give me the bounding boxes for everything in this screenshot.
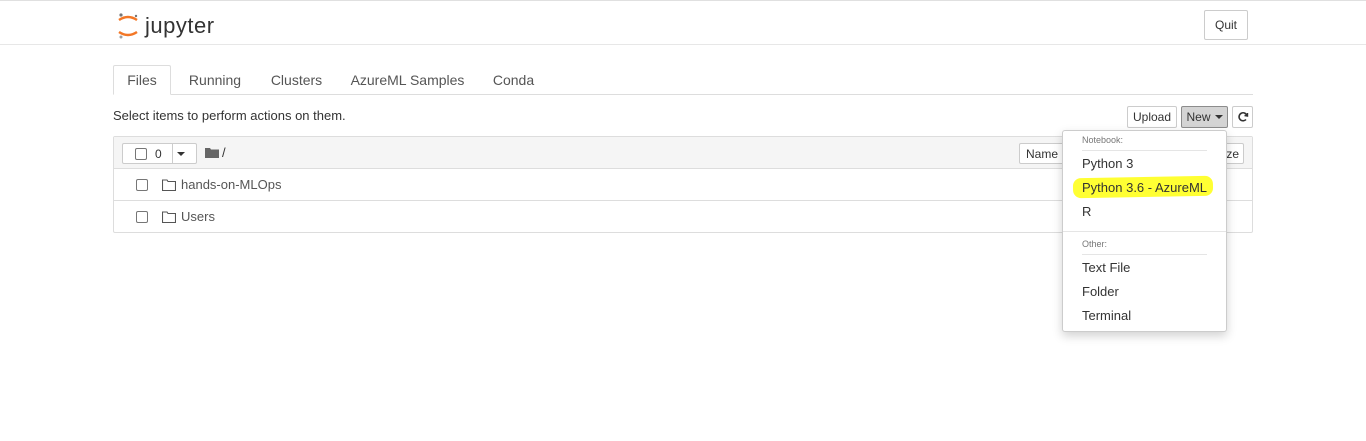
selection-hint: Select items to perform actions on them.: [113, 108, 346, 123]
tab-files[interactable]: Files: [113, 65, 171, 95]
folder-outline-icon: [162, 211, 176, 223]
notebook-section-header: Notebook:: [1082, 135, 1124, 145]
main-tabs: Files Running Clusters AzureML Samples C…: [113, 65, 1253, 95]
section-rule: [1082, 254, 1207, 255]
breadcrumb-path[interactable]: /: [222, 145, 226, 160]
selected-count: 0: [155, 147, 162, 161]
menu-item-python-3[interactable]: Python 3: [1082, 156, 1133, 171]
new-dropdown-menu: Notebook: Python 3 Python 3.6 - AzureML …: [1062, 130, 1227, 332]
section-rule: [1082, 150, 1207, 151]
item-name-link[interactable]: Users: [181, 209, 215, 224]
upload-button[interactable]: Upload: [1127, 106, 1177, 128]
select-divider: [172, 144, 173, 163]
item-name-link[interactable]: hands-on-MLOps: [181, 177, 281, 192]
tab-clusters[interactable]: Clusters: [263, 65, 330, 95]
select-all-group[interactable]: 0: [122, 143, 197, 164]
menu-item-terminal[interactable]: Terminal: [1082, 308, 1131, 323]
jupyter-logo-icon: [118, 13, 138, 39]
other-section-header: Other:: [1082, 239, 1108, 249]
menu-item-folder[interactable]: Folder: [1082, 284, 1119, 299]
menu-divider: [1063, 231, 1226, 232]
quit-button[interactable]: Quit: [1204, 10, 1248, 40]
app-name: jupyter: [145, 13, 215, 38]
select-chevron-down-icon[interactable]: [177, 152, 185, 156]
jupyter-logo[interactable]: jupyter: [117, 11, 215, 41]
select-all-checkbox[interactable]: [135, 148, 147, 160]
chevron-down-icon: [1214, 115, 1223, 119]
top-header: jupyter Quit: [0, 0, 1366, 45]
refresh-button[interactable]: [1232, 106, 1253, 128]
folder-outline-icon: [162, 179, 176, 191]
menu-item-r[interactable]: R: [1082, 204, 1091, 219]
menu-item-python-3-6-azureml[interactable]: Python 3.6 - AzureML: [1082, 180, 1207, 195]
new-button[interactable]: New: [1181, 106, 1228, 128]
sort-size-label: ze: [1226, 146, 1239, 161]
tab-azureml-samples[interactable]: AzureML Samples: [345, 65, 470, 95]
refresh-icon: [1237, 112, 1248, 122]
menu-item-text-file[interactable]: Text File: [1082, 260, 1130, 275]
new-button-label: New: [1186, 110, 1211, 124]
row-checkbox[interactable]: [136, 179, 148, 191]
row-checkbox[interactable]: [136, 211, 148, 223]
folder-icon: [205, 148, 219, 158]
tab-running[interactable]: Running: [178, 65, 252, 95]
tab-conda[interactable]: Conda: [485, 65, 542, 95]
sort-name-label: Name: [1026, 146, 1059, 161]
